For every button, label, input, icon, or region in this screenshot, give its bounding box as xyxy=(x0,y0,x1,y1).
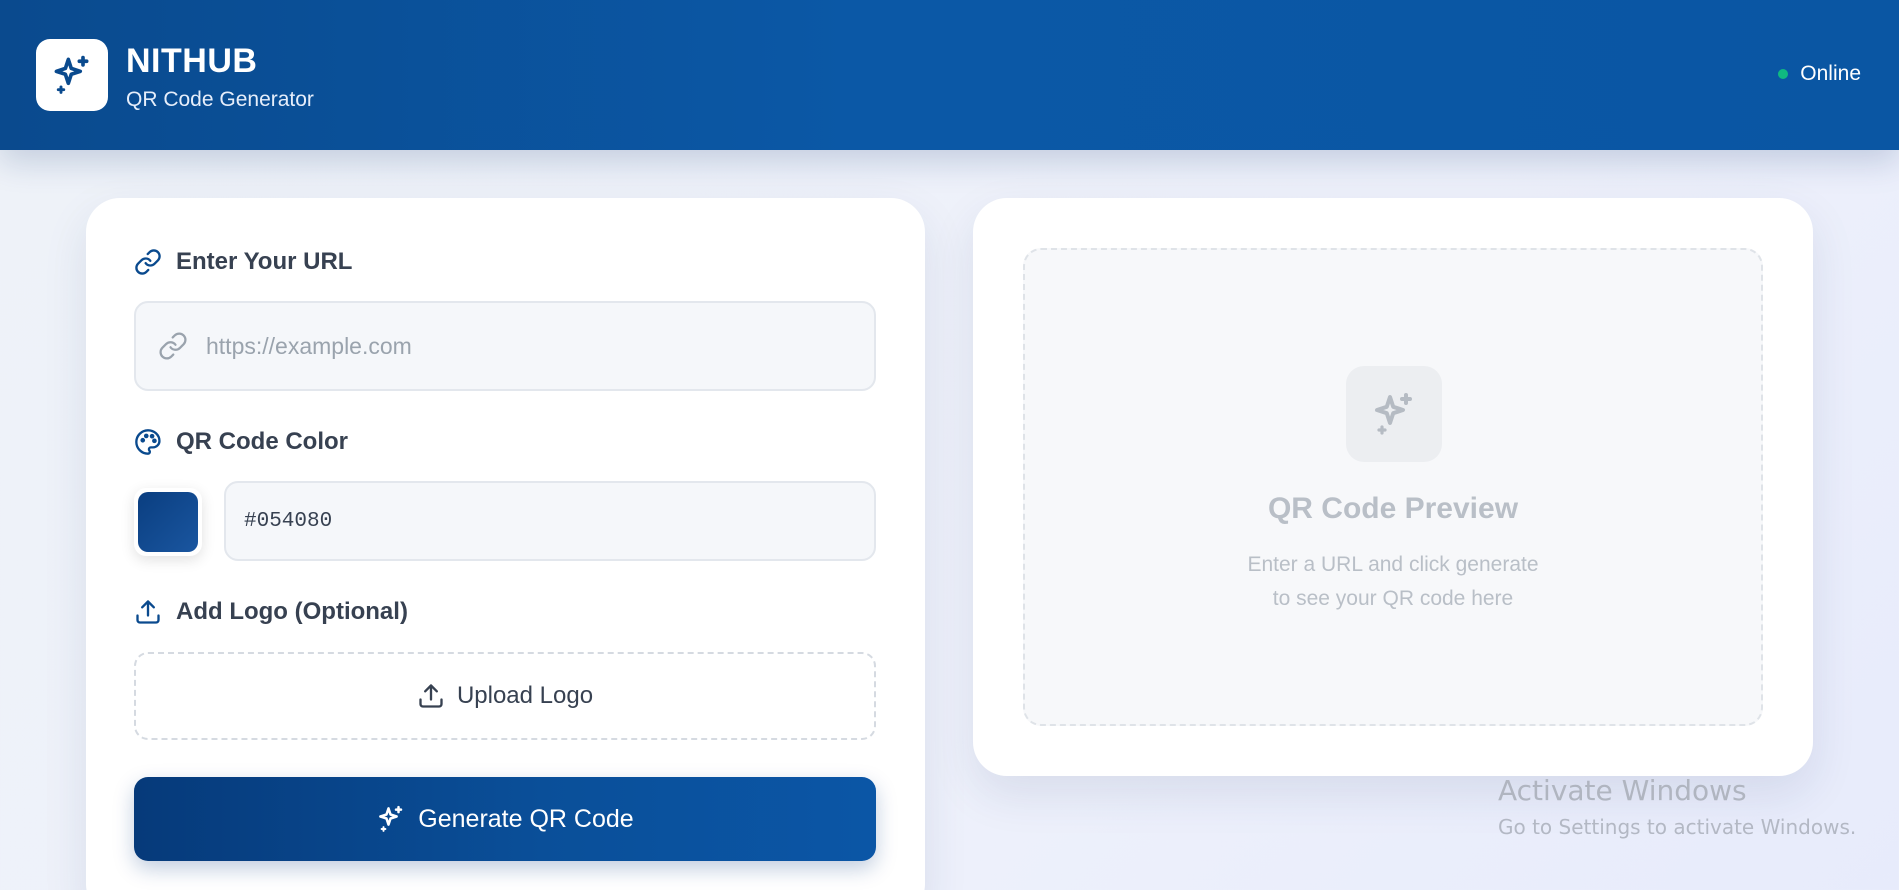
app-header: NITHUB QR Code Generator Online xyxy=(0,0,1899,150)
status-text: Online xyxy=(1800,62,1861,85)
sparkles-icon xyxy=(1375,393,1412,435)
color-swatch[interactable] xyxy=(138,492,198,552)
hex-color-field[interactable] xyxy=(224,481,876,561)
preview-description-line2: to see your QR code here xyxy=(1272,587,1514,610)
sparkles-icon xyxy=(379,805,403,832)
generate-qr-label: Generate QR Code xyxy=(418,804,634,833)
upload-icon xyxy=(136,600,160,624)
preview-icon-box xyxy=(1346,366,1442,462)
logo-label-text: Add Logo (Optional) xyxy=(176,598,408,625)
preview-description: Enter a URL and click generate to see yo… xyxy=(1025,548,1761,616)
color-label-text: QR Code Color xyxy=(176,428,348,455)
link-icon xyxy=(159,332,187,360)
link-icon xyxy=(135,249,161,275)
generate-qr-button[interactable]: Generate QR Code xyxy=(134,777,876,861)
watermark-title: Activate Windows xyxy=(1498,774,1747,807)
url-field[interactable] xyxy=(134,301,876,391)
upload-logo-button[interactable]: Upload Logo xyxy=(134,652,876,740)
activate-windows-watermark: Activate Windows Go to Settings to activ… xyxy=(1498,774,1856,839)
hex-color-input[interactable] xyxy=(226,483,874,559)
color-label: QR Code Color xyxy=(134,428,348,456)
watermark-subtitle: Go to Settings to activate Windows. xyxy=(1498,815,1857,839)
upload-logo-label: Upload Logo xyxy=(456,682,594,709)
url-input[interactable] xyxy=(206,303,874,389)
url-label-text: Enter Your URL xyxy=(176,248,353,275)
preview-title: QR Code Preview xyxy=(1267,492,1519,525)
app-logo xyxy=(36,39,108,111)
color-picker[interactable] xyxy=(134,488,202,556)
logo-label: Add Logo (Optional) xyxy=(134,598,408,626)
online-status: Online xyxy=(1778,62,1861,86)
palette-icon xyxy=(135,429,161,455)
qr-preview-area: QR Code Preview Enter a URL and click ge… xyxy=(1023,248,1763,726)
url-label: Enter Your URL xyxy=(134,248,352,276)
upload-icon xyxy=(419,684,443,708)
status-dot-icon xyxy=(1778,69,1789,79)
sparkles-icon xyxy=(54,55,89,94)
brand-name: NITHUB xyxy=(126,42,258,80)
qr-preview-card: QR Code Preview Enter a URL and click ge… xyxy=(973,198,1813,776)
qr-form-card: Enter Your URL QR Code Color Add Logo (O… xyxy=(86,198,925,890)
brand-subtitle: QR Code Generator xyxy=(126,88,314,111)
preview-description-line1: Enter a URL and click generate xyxy=(1247,553,1539,576)
